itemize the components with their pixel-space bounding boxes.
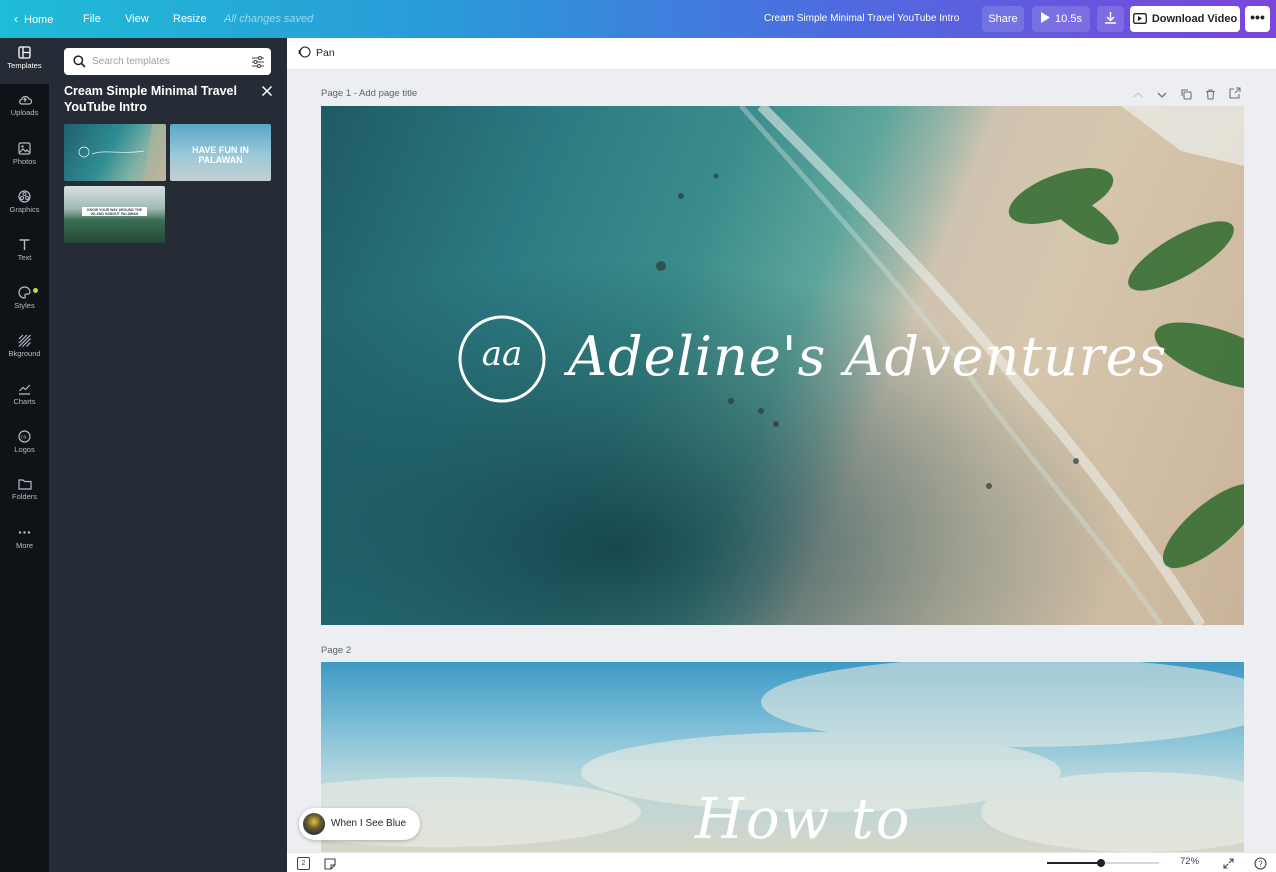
page-1[interactable]: aa Adeline's Adventures bbox=[321, 106, 1244, 625]
view-menu[interactable]: View bbox=[125, 0, 149, 38]
search-input[interactable] bbox=[92, 53, 242, 70]
search-icon bbox=[73, 55, 86, 68]
album-art bbox=[303, 813, 325, 835]
chevron-down-icon[interactable] bbox=[1157, 91, 1167, 99]
graphics-icon bbox=[18, 190, 31, 203]
svg-text:?: ? bbox=[1258, 859, 1263, 868]
top-bar: ‹ Home File View Resize All changes saved… bbox=[0, 0, 1276, 38]
text-icon bbox=[19, 239, 30, 250]
audio-track-title: When I See Blue bbox=[331, 818, 407, 829]
sidebar-item-text[interactable]: Text bbox=[0, 230, 49, 276]
save-status: All changes saved bbox=[224, 13, 314, 25]
file-menu[interactable]: File bbox=[83, 0, 101, 38]
fullscreen-icon[interactable] bbox=[1223, 858, 1234, 869]
canvas-area: Page 1 - Add page title aa Adeline's Adv… bbox=[287, 70, 1276, 852]
download-icon bbox=[1105, 12, 1116, 24]
play-button[interactable]: 10.5s bbox=[1032, 6, 1090, 32]
thumbnail-2-text: HAVE FUN IN PALAWAN bbox=[192, 145, 249, 165]
close-icon bbox=[261, 85, 273, 97]
sidebar-item-logos[interactable]: co. Logos bbox=[0, 422, 49, 468]
search-box bbox=[64, 48, 271, 75]
duplicate-page-icon[interactable] bbox=[1181, 89, 1192, 100]
page-1-title[interactable]: Page 1 - Add page title bbox=[321, 88, 417, 99]
trash-icon[interactable] bbox=[1205, 89, 1216, 100]
more-options-button[interactable]: ••• bbox=[1245, 6, 1270, 32]
play-icon bbox=[1041, 12, 1051, 23]
page-2-title[interactable]: Page 2 bbox=[321, 645, 351, 656]
editor-app: ‹ Home File View Resize All changes saved… bbox=[0, 0, 1276, 872]
sidebar-item-templates[interactable]: Templates bbox=[0, 38, 49, 84]
chevron-left-icon: ‹ bbox=[14, 12, 18, 26]
sidebar-item-background[interactable]: Bkground bbox=[0, 326, 49, 372]
sidebar-item-folders[interactable]: Folders bbox=[0, 470, 49, 516]
template-thumbnail-2[interactable]: HAVE FUN IN PALAWAN bbox=[170, 124, 271, 181]
zoom-slider[interactable] bbox=[1047, 859, 1159, 867]
home-button[interactable]: ‹ Home bbox=[14, 0, 53, 38]
thumbnail-1-art bbox=[78, 124, 166, 181]
ellipsis-icon: ••• bbox=[1250, 9, 1265, 25]
background-pattern-icon bbox=[18, 334, 31, 347]
svg-text:co.: co. bbox=[21, 434, 28, 440]
page-2[interactable]: How to bbox=[321, 662, 1244, 852]
notes-icon[interactable] bbox=[324, 858, 336, 870]
chevron-up-icon[interactable] bbox=[1133, 91, 1143, 99]
design-title[interactable]: Cream Simple Minimal Travel YouTube Intr… bbox=[764, 0, 959, 38]
editor-toolbar: Pan bbox=[287, 38, 1276, 70]
sidebar-item-styles[interactable]: Styles bbox=[0, 278, 49, 324]
zoom-level[interactable]: 72% bbox=[1180, 856, 1199, 867]
download-icon-button[interactable] bbox=[1097, 6, 1124, 32]
page-1-heading[interactable]: Adeline's Adventures bbox=[568, 324, 1166, 390]
sidebar-item-charts[interactable]: Charts bbox=[0, 374, 49, 420]
palette-icon bbox=[18, 286, 31, 299]
sidebar-item-uploads[interactable]: Uploads bbox=[0, 86, 49, 132]
filter-sliders-icon[interactable] bbox=[251, 56, 265, 68]
zoom-slider-fill bbox=[1047, 862, 1101, 864]
template-thumbnail-1[interactable] bbox=[64, 124, 166, 181]
thumbnail-3-banner: KNOW YOUR WAY AROUND THE ISLAND HABOUT P… bbox=[82, 207, 147, 216]
video-icon bbox=[1132, 13, 1147, 24]
new-indicator-dot bbox=[33, 288, 38, 293]
bottom-bar: 2 72% ? bbox=[287, 852, 1276, 872]
help-icon[interactable]: ? bbox=[1254, 857, 1267, 870]
chart-line-icon bbox=[19, 384, 31, 395]
sidebar-item-more[interactable]: More bbox=[0, 518, 49, 564]
page-count-button[interactable]: 2 bbox=[297, 857, 310, 870]
resize-menu[interactable]: Resize bbox=[173, 0, 207, 38]
templates-icon bbox=[18, 46, 31, 59]
template-thumbnail-3[interactable]: KNOW YOUR WAY AROUND THE ISLAND HABOUT P… bbox=[64, 186, 165, 243]
more-dots-icon bbox=[18, 531, 31, 534]
page-2-heading[interactable]: How to bbox=[695, 787, 912, 852]
template-title: Cream Simple Minimal Travel YouTube Intr… bbox=[64, 84, 237, 114]
share-button[interactable]: Share bbox=[982, 6, 1024, 32]
pan-tool[interactable]: Pan bbox=[297, 38, 335, 69]
animate-pan-icon bbox=[298, 46, 311, 58]
templates-panel: Cream Simple Minimal Travel YouTube Intr… bbox=[49, 38, 287, 872]
sidebar-item-graphics[interactable]: Graphics bbox=[0, 182, 49, 228]
sidebar-item-photos[interactable]: Photos bbox=[0, 134, 49, 180]
monogram-text[interactable]: aa bbox=[456, 334, 548, 374]
side-nav: Templates Uploads Photos Graphics Text S… bbox=[0, 38, 49, 872]
cloud-upload-icon bbox=[18, 96, 32, 105]
add-page-icon[interactable] bbox=[1229, 87, 1241, 99]
close-panel-button[interactable] bbox=[259, 83, 275, 99]
download-video-button[interactable]: Download Video bbox=[1130, 6, 1240, 32]
photos-icon bbox=[18, 142, 31, 155]
zoom-slider-handle[interactable] bbox=[1096, 859, 1105, 867]
folder-icon bbox=[17, 479, 32, 490]
logo-badge-icon: co. bbox=[18, 430, 31, 443]
audio-track-chip[interactable]: When I See Blue bbox=[299, 808, 420, 840]
